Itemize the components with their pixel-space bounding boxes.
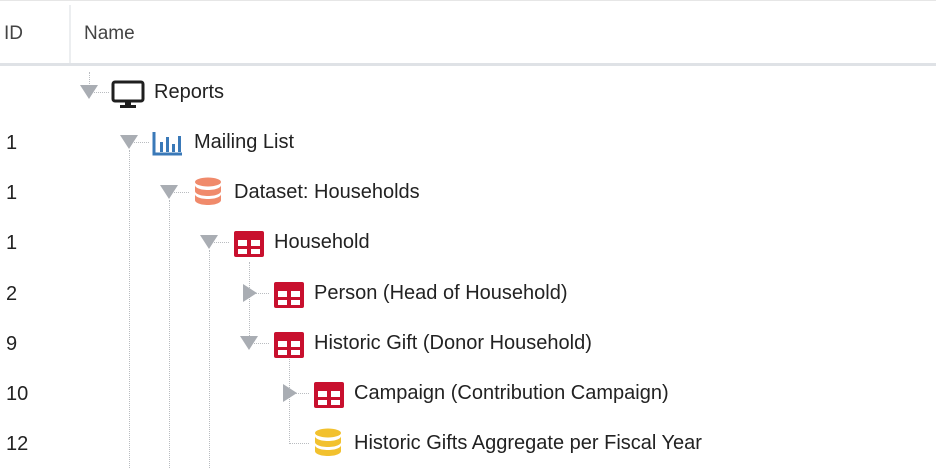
tree-node-label[interactable]: Campaign (Contribution Campaign) (354, 382, 669, 405)
tree-row[interactable]: 1 Mailing List (0, 117, 936, 167)
column-header-name[interactable]: Name (84, 23, 135, 45)
column-header-id[interactable]: ID (4, 23, 23, 45)
table-icon (273, 331, 305, 359)
tree-row[interactable]: 1 Household (0, 217, 936, 267)
tree-row[interactable]: 10 Campaign (Contribution Campaign) (0, 368, 936, 418)
table-icon (313, 381, 345, 409)
row-id: 2 (6, 283, 18, 305)
database-icon (193, 177, 223, 209)
column-resize-handle[interactable] (69, 5, 71, 63)
collapse-toggle-icon[interactable] (243, 284, 261, 302)
tree-node-label[interactable]: Historic Gifts Aggregate per Fiscal Year (354, 432, 702, 455)
tree-row[interactable]: 9 Historic Gift (Donor Household) (0, 318, 936, 368)
table-icon (233, 230, 265, 258)
tree-node-label[interactable]: Reports (154, 81, 224, 104)
bar-chart-icon (152, 130, 184, 158)
aggregate-db-icon (313, 428, 343, 460)
expand-toggle-icon[interactable] (80, 83, 98, 101)
tree-row[interactable]: 12 Historic Gifts Aggregate per Fiscal Y… (0, 418, 936, 468)
expand-toggle-icon[interactable] (160, 183, 178, 201)
monitor-icon (111, 80, 145, 108)
tree-node-label[interactable]: Person (Head of Household) (314, 282, 567, 305)
row-id: 1 (6, 132, 18, 154)
tree-row[interactable]: 2 Person (Head of Household) (0, 268, 936, 318)
tree-row[interactable]: 1 Dataset: Households (0, 167, 936, 217)
tree-node-label[interactable]: Mailing List (194, 131, 294, 154)
row-id: 1 (6, 232, 18, 254)
row-id: 10 (6, 383, 29, 405)
expand-toggle-icon[interactable] (200, 233, 218, 251)
tree-node-label[interactable]: Dataset: Households (234, 181, 420, 204)
tree-row[interactable]: Reports (0, 67, 936, 117)
tree-node-label[interactable]: Household (274, 231, 370, 254)
table-icon (273, 281, 305, 309)
row-id: 1 (6, 182, 18, 204)
expand-toggle-icon[interactable] (240, 334, 258, 352)
collapse-toggle-icon[interactable] (283, 384, 301, 402)
tree-grid-header: ID Name (0, 0, 936, 66)
row-id: 9 (6, 333, 18, 355)
expand-toggle-icon[interactable] (120, 133, 138, 151)
tree-node-label[interactable]: Historic Gift (Donor Household) (314, 332, 592, 355)
row-id: 12 (6, 433, 29, 455)
